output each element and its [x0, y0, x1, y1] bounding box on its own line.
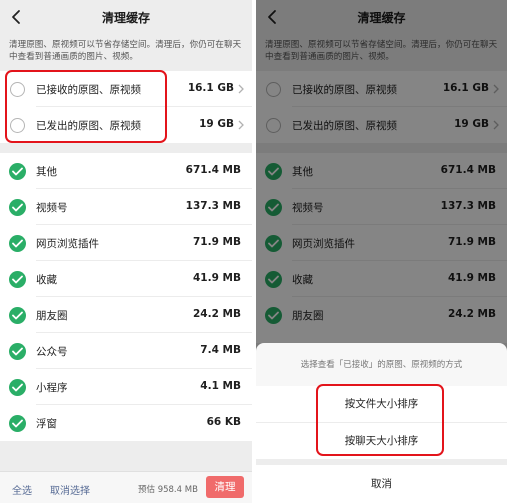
- clear-cache-screen-with-sheet: 清理缓存 清理原图、原视频可以节省存储空间。清理后，你仍可在聊天中查看到普通画质…: [256, 0, 507, 503]
- row-label: 收藏: [36, 274, 57, 286]
- row-size: 19 GB: [199, 118, 234, 130]
- cache-item-row[interactable]: 浮窗 66 KB: [0, 405, 252, 441]
- page-title: 清理缓存: [101, 11, 150, 25]
- cache-items-card: 其他 671.4 MB 视频号 137.3 MB 网页浏览插件 71.9 MB …: [0, 153, 252, 441]
- cancel-button[interactable]: 取消: [256, 465, 507, 503]
- nav-bar: 清理缓存: [0, 0, 252, 36]
- action-sheet-title: 选择查看「已接收」的原图、原视频的方式: [300, 360, 463, 370]
- row-label: 浮窗: [36, 418, 57, 430]
- cache-item-row[interactable]: 网页浏览插件 71.9 MB: [0, 225, 252, 261]
- checked-circle-icon[interactable]: [9, 199, 26, 216]
- cache-item-row[interactable]: 其他 671.4 MB: [0, 153, 252, 189]
- row-label: 朋友圈: [36, 310, 68, 322]
- row-size: 66 KB: [206, 416, 241, 428]
- checked-circle-icon[interactable]: [9, 235, 26, 252]
- cache-item-row[interactable]: 收藏 41.9 MB: [0, 261, 252, 297]
- cache-item-row[interactable]: 朋友圈 24.2 MB: [0, 297, 252, 333]
- cache-description: 清理原图、原视频可以节省存储空间。清理后，你仍可在聊天中查看到普通画质的图片、视…: [9, 40, 242, 62]
- cache-item-row[interactable]: 公众号 7.4 MB: [0, 333, 252, 369]
- highlight-box: [316, 384, 444, 456]
- row-label: 网页浏览插件: [36, 238, 99, 250]
- clear-cache-screen: 清理缓存 清理原图、原视频可以节省存储空间。清理后，你仍可在聊天中查看到普通画质…: [0, 0, 252, 503]
- row-size: 71.9 MB: [192, 236, 241, 248]
- bottom-action-bar: 全选 取消选择 预估 958.4 MB 清理: [0, 471, 252, 503]
- row-label: 其他: [36, 166, 57, 178]
- row-size: 7.4 MB: [200, 344, 241, 356]
- checked-circle-icon[interactable]: [9, 307, 26, 324]
- deselect-button[interactable]: 取消选择: [50, 482, 90, 497]
- row-label: 视频号: [36, 202, 68, 214]
- row-size: 4.1 MB: [200, 380, 241, 392]
- row-size: 24.2 MB: [192, 308, 241, 320]
- checked-circle-icon[interactable]: [9, 163, 26, 180]
- checked-circle-icon[interactable]: [9, 343, 26, 360]
- select-all-button[interactable]: 全选: [12, 482, 32, 497]
- chevron-right-icon: [238, 84, 244, 94]
- row-label: 公众号: [36, 346, 68, 358]
- row-size: 41.9 MB: [192, 272, 241, 284]
- cache-item-row[interactable]: 视频号 137.3 MB: [0, 189, 252, 225]
- checked-circle-icon[interactable]: [9, 415, 26, 432]
- chevron-right-icon: [238, 120, 244, 130]
- checked-circle-icon[interactable]: [9, 379, 26, 396]
- row-label: 小程序: [36, 382, 68, 394]
- clean-button[interactable]: 清理: [206, 476, 244, 498]
- row-size: 137.3 MB: [185, 200, 241, 212]
- row-size: 671.4 MB: [185, 164, 241, 176]
- highlight-box: [5, 70, 167, 143]
- cache-item-row[interactable]: 小程序 4.1 MB: [0, 369, 252, 405]
- estimated-size: 预估 958.4 MB: [138, 485, 198, 495]
- checked-circle-icon[interactable]: [9, 271, 26, 288]
- row-size: 16.1 GB: [187, 82, 234, 94]
